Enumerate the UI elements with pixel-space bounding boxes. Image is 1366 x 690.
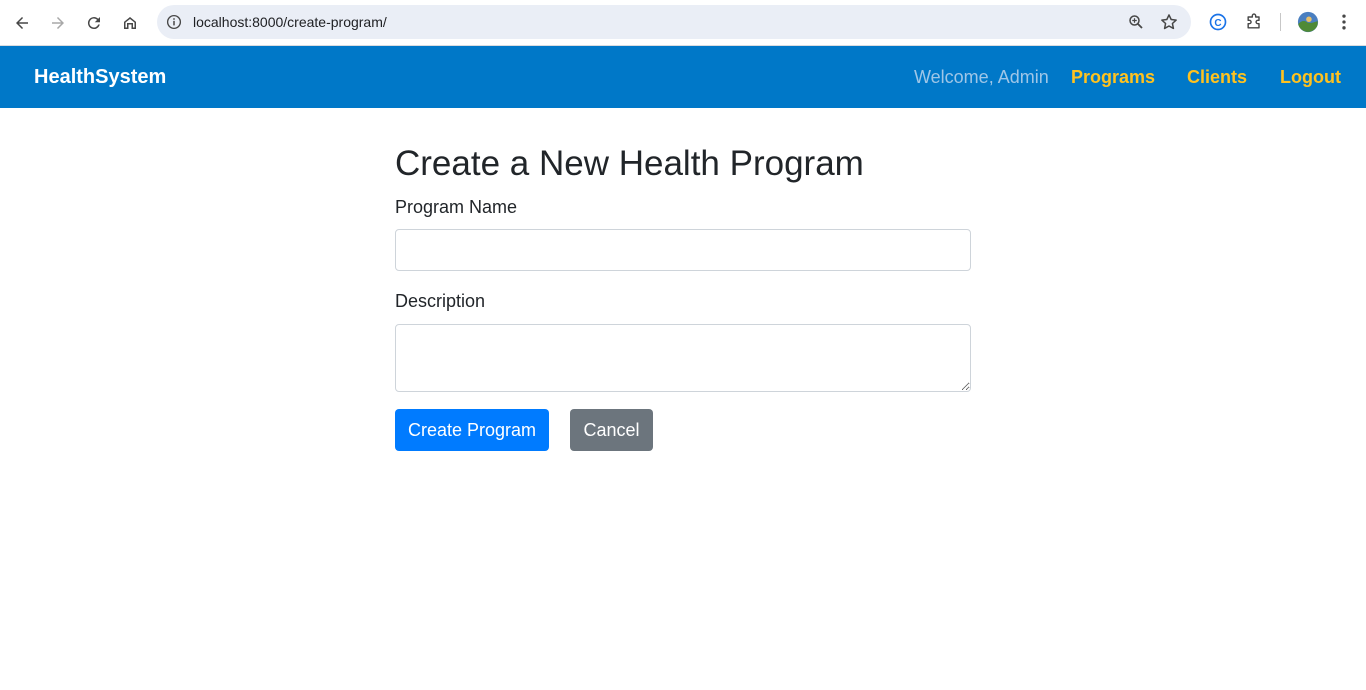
- cancel-button[interactable]: Cancel: [570, 409, 653, 451]
- more-menu-icon[interactable]: [1333, 11, 1355, 33]
- nav-link-logout[interactable]: Logout: [1280, 66, 1341, 88]
- reload-icon[interactable]: [80, 9, 108, 37]
- extensions-puzzle-icon[interactable]: [1243, 11, 1265, 33]
- home-icon[interactable]: [116, 9, 144, 37]
- address-bar[interactable]: localhost:8000/create-program/: [157, 5, 1191, 39]
- url-text[interactable]: localhost:8000/create-program/: [193, 13, 387, 31]
- nav-link-programs[interactable]: Programs: [1071, 66, 1155, 88]
- profile-avatar[interactable]: [1297, 11, 1319, 33]
- browser-toolbar: localhost:8000/create-program/ C: [0, 0, 1366, 46]
- program-name-input[interactable]: [395, 229, 971, 271]
- site-info-icon[interactable]: [165, 13, 183, 31]
- welcome-text: Welcome, Admin: [914, 67, 1049, 87]
- back-arrow-icon[interactable]: [8, 9, 36, 37]
- nav-link-clients[interactable]: Clients: [1187, 66, 1247, 88]
- svg-text:C: C: [1214, 18, 1221, 29]
- zoom-icon[interactable]: [1127, 13, 1145, 31]
- brand-logo[interactable]: HealthSystem: [34, 65, 166, 89]
- description-textarea[interactable]: [395, 324, 971, 392]
- toolbar-divider: [1280, 13, 1281, 31]
- site-navbar: HealthSystem Welcome, Admin Programs Cli…: [0, 46, 1366, 108]
- create-program-button[interactable]: Create Program: [395, 409, 549, 451]
- extension-c-icon[interactable]: C: [1207, 11, 1229, 33]
- description-label: Description: [395, 291, 486, 311]
- page-title: Create a New Health Program: [395, 144, 864, 183]
- bookmark-star-icon[interactable]: [1159, 12, 1179, 32]
- forward-arrow-icon[interactable]: [44, 9, 72, 37]
- program-name-label: Program Name: [395, 197, 518, 217]
